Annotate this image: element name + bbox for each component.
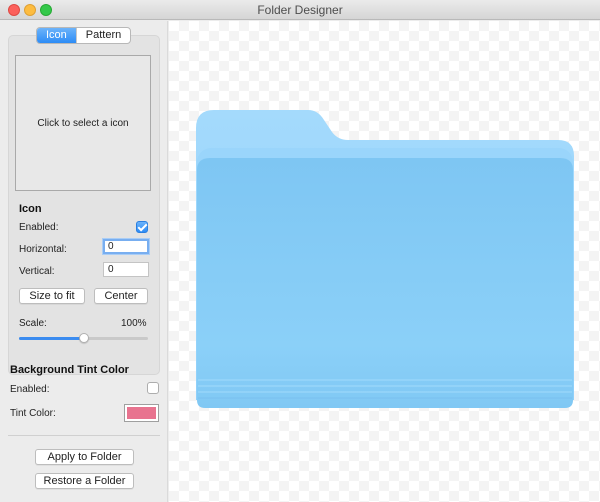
sidebar: Icon Pattern Click to select a icon Icon… [0, 21, 168, 502]
app-window: Folder Designer Icon Pattern Click to se… [0, 0, 600, 502]
tab-control: Icon Pattern [36, 27, 132, 44]
scale-value: 100% [121, 318, 147, 329]
icon-enabled-checkbox[interactable] [136, 221, 148, 233]
apply-to-folder-button[interactable]: Apply to Folder [35, 449, 134, 465]
restore-folder-button[interactable]: Restore a Folder [35, 473, 134, 489]
title-bar: Folder Designer [0, 0, 600, 20]
icon-enabled-label: Enabled: [19, 222, 59, 233]
horizontal-label: Horizontal: [19, 244, 67, 255]
tint-color-swatch [127, 407, 156, 419]
tint-enabled-checkbox[interactable] [147, 382, 159, 394]
background-tint-title: Background Tint Color [10, 364, 129, 376]
center-button[interactable]: Center [94, 288, 148, 304]
icon-well-placeholder: Click to select a icon [37, 117, 129, 129]
sidebar-divider [8, 435, 160, 436]
scale-slider-knob[interactable] [78, 333, 89, 343]
vertical-input[interactable]: 0 [103, 262, 149, 277]
folder-front [197, 158, 573, 408]
scale-slider-fill [19, 337, 84, 340]
tint-color-well[interactable] [124, 404, 159, 422]
folder-icon [196, 110, 574, 408]
tint-color-label: Tint Color: [10, 408, 56, 419]
scale-slider[interactable] [19, 333, 148, 343]
horizontal-input[interactable]: 0 [103, 239, 149, 254]
size-to-fit-button[interactable]: Size to fit [19, 288, 85, 304]
icon-section-title: Icon [19, 203, 42, 215]
vertical-label: Vertical: [19, 266, 55, 277]
tint-enabled-label: Enabled: [10, 384, 50, 395]
window-title: Folder Designer [257, 3, 343, 17]
icon-select-well[interactable]: Click to select a icon [15, 55, 151, 191]
tab-pattern[interactable]: Pattern [75, 28, 130, 43]
tab-icon[interactable]: Icon [37, 28, 76, 43]
scale-label: Scale: [19, 318, 47, 329]
folder-preview-area [169, 21, 600, 502]
